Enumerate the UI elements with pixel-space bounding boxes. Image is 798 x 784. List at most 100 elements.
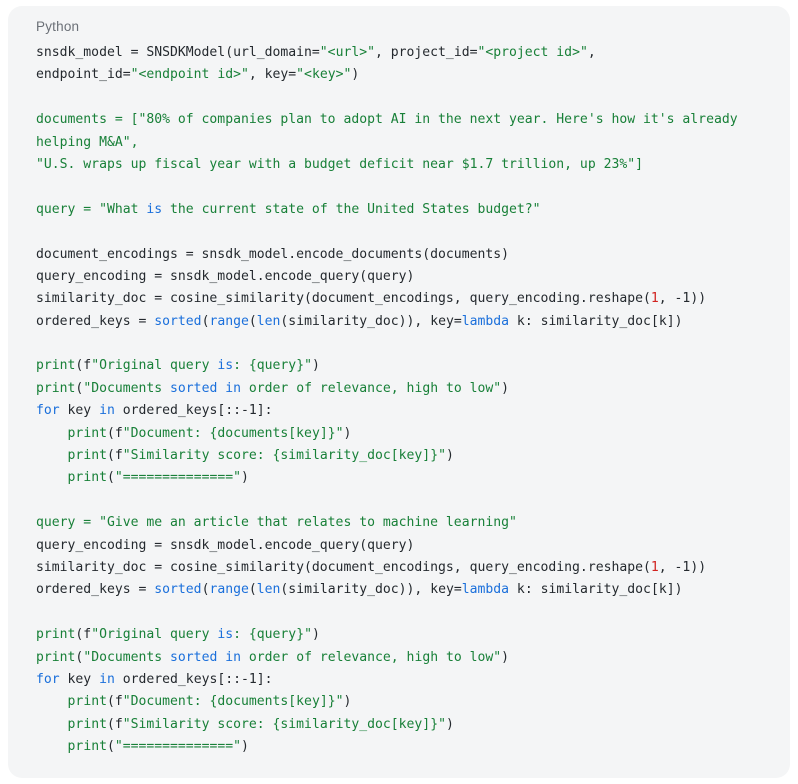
code-token-plain: ) [445,716,454,732]
code-line: print(f"Document: {documents[key]}") [36,691,780,713]
code-token-plain: (f [75,627,92,643]
code-block[interactable]: snsdk_model = SNSDKModel(url_domain="<ur… [36,42,780,759]
code-token-str: "==============" [114,470,241,486]
code-token-plain: ( [106,739,115,755]
code-token-str: "<url>" [319,45,375,60]
code-token-plain: key [59,403,100,419]
code-token-fn: print [36,649,76,665]
code-line: "U.S. wraps up fiscal year with a budget… [36,154,780,176]
code-token-fn: print [36,358,76,374]
code-token-plain: (similarity_doc)), key= [280,582,462,598]
code-token-kw: in [225,380,242,396]
code-token-plain: similarity_doc = cosine_similarity(docum… [36,559,651,575]
code-token-str: helping M&A", [36,134,139,150]
code-token-str: "Documents [83,380,171,396]
code-line: query_encoding = snsdk_model.encode_quer… [36,266,780,288]
code-token-str: "==============" [114,739,241,755]
code-token-plain: ordered_keys = [36,582,155,598]
code-token-str: the current state of the United States b… [162,201,541,217]
code-token-str: : {query}" [233,627,312,643]
code-token-str: "Similarity score: {similarity_doc[key]}… [122,716,446,732]
code-token-kw: is [217,627,234,643]
code-line: print(f"Similarity score: {similarity_do… [36,445,780,467]
code-token-kw: in [225,649,242,665]
code-token-kw: lambda [461,582,510,598]
code-token-str: "Original query [91,358,218,374]
code-token-str: "Original query [91,627,218,643]
code-token-plain: key [59,671,100,687]
code-token-plain: (similarity_doc)), key= [280,313,462,329]
code-line: ordered_keys = sorted(range(len(similari… [36,311,780,333]
code-token-str: "Similarity score: {similarity_doc[key]}… [122,448,446,464]
code-line: print("==============") [36,467,780,489]
code-token-bi: sorted [170,380,218,396]
code-token-str: "Document: {documents[key]}" [122,425,344,441]
code-token-str: query = "What [36,201,147,217]
code-token-plain: , -1)) [658,291,707,307]
code-token-num: 1 [650,291,659,307]
code-token-plain: ) [343,694,352,710]
code-token-str: "Documents [83,649,171,665]
code-line: documents = ["80% of companies plan to a… [36,109,780,131]
code-token-plain: ( [106,470,115,486]
code-token-fn: print [67,425,107,441]
code-token-str: "Document: {documents[key]}" [122,694,344,710]
code-token-plain: ordered_keys = [36,313,155,329]
code-token-kw: for [36,671,60,687]
code-token-bi: range [209,313,249,329]
code-token-plain: endpoint_id= [36,67,131,83]
code-token-kw: is [217,358,234,374]
code-token-plain: k: similarity_doc[k]) [509,313,683,329]
code-line: print(f"Original query is: {query}") [36,624,780,646]
code-token-plain: ) [311,358,320,374]
code-token-kw: in [99,403,115,419]
code-token-plain: k: similarity_doc[k]) [509,582,683,598]
code-token-bi: sorted [154,313,202,329]
code-token-plain: ) [501,649,510,665]
code-line: endpoint_id="<endpoint id>", key="<key>"… [36,64,780,86]
code-line: for key in ordered_keys[::-1]: [36,400,780,422]
code-line: snsdk_model = SNSDKModel(url_domain="<ur… [36,42,780,64]
code-token-plain: , key= [248,67,297,83]
code-language-label: Python [36,19,80,34]
code-token-str: "<endpoint id>" [130,67,249,83]
code-token-plain: , [587,45,596,60]
code-token-fn: print [67,470,107,486]
code-token-str: "<key>" [296,67,352,83]
code-token-plain: ordered_keys[::-1]: [114,671,273,687]
code-token-fn: print [67,716,107,732]
code-line: ordered_keys = sorted(range(len(similari… [36,579,780,601]
code-token-kw: is [146,201,163,217]
code-token-str: order of relevance, high to low" [241,380,502,396]
code-line: query_encoding = snsdk_model.encode_quer… [36,535,780,557]
code-token-plain: ) [501,380,510,396]
code-line: print("==============") [36,736,780,758]
code-token-fn: print [67,448,107,464]
code-token-kw: lambda [461,313,510,329]
code-token-str: "<project id>" [477,45,588,60]
code-token-plain: ) [445,448,454,464]
code-token-bi: range [209,582,249,598]
code-token-kw: in [99,671,115,687]
code-line: print(f"Document: {documents[key]}") [36,423,780,445]
code-token-plain: (f [75,358,92,374]
code-token-plain: query_encoding = snsdk_model.encode_quer… [36,537,415,553]
code-card: Python snsdk_model = SNSDKModel(url_doma… [8,6,790,778]
code-token-plain: ( [248,582,257,598]
code-token-str: : {query}" [233,358,312,374]
code-token-plain: similarity_doc = cosine_similarity(docum… [36,291,651,307]
code-token-bi: sorted [154,582,202,598]
code-line: similarity_doc = cosine_similarity(docum… [36,557,780,579]
code-line: query = "What is the current state of th… [36,199,780,221]
code-token-plain: , -1)) [658,559,707,575]
code-token-bi: len [256,313,281,329]
code-token-plain: , project_id= [374,45,478,60]
code-token-plain: query_encoding = snsdk_model.encode_quer… [36,268,415,284]
